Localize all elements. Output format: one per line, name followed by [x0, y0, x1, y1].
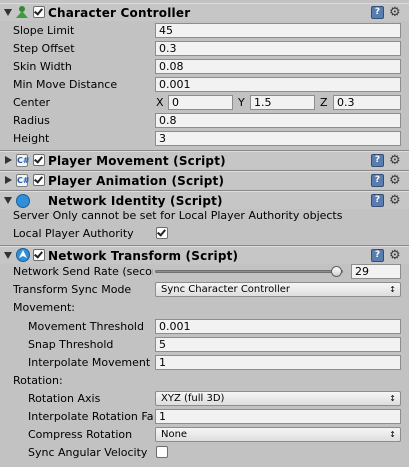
- help-icon[interactable]: ?: [371, 194, 384, 207]
- local-player-authority-checkbox[interactable]: [156, 227, 168, 239]
- script-icon: C#: [16, 154, 30, 167]
- gear-icon[interactable]: ⚙: [389, 174, 401, 187]
- component-title: Player Movement (Script): [48, 154, 226, 168]
- compress-rotation-label: Compress Rotation: [28, 428, 133, 441]
- rotation-section-header: Rotation:: [13, 374, 63, 387]
- send-rate-field[interactable]: 29: [351, 264, 401, 279]
- foldout-arrow-icon[interactable]: [4, 9, 12, 16]
- radius-field[interactable]: 0.8: [155, 113, 401, 128]
- help-icon[interactable]: ?: [371, 154, 384, 167]
- movement-section-header: Movement:: [13, 301, 75, 314]
- network-identity-icon: [16, 194, 30, 208]
- min-move-distance-label: Min Move Distance: [13, 78, 118, 91]
- component-title: Character Controller: [48, 6, 191, 20]
- network-transform-header[interactable]: Network Transform (Script) ? ⚙: [0, 246, 409, 264]
- network-transform-enabled-checkbox[interactable]: [33, 249, 45, 261]
- character-controller-icon: [16, 6, 28, 18]
- local-player-authority-label: Local Player Authority: [13, 227, 134, 240]
- help-icon[interactable]: ?: [371, 174, 384, 187]
- skin-width-field[interactable]: 0.08: [155, 59, 401, 74]
- network-send-rate-label: Network Send Rate (seconds): [13, 265, 153, 278]
- radius-label: Radius: [13, 114, 50, 127]
- network-transform-icon: [16, 248, 30, 262]
- foldout-arrow-icon[interactable]: [4, 197, 12, 204]
- help-icon[interactable]: ?: [371, 249, 384, 262]
- snap-threshold-field[interactable]: 5: [155, 337, 401, 352]
- movement-threshold-label: Movement Threshold: [28, 320, 144, 333]
- gear-icon[interactable]: ⚙: [389, 154, 401, 167]
- movement-threshold-field[interactable]: 0.001: [155, 319, 401, 334]
- foldout-arrow-icon[interactable]: [5, 156, 12, 164]
- foldout-arrow-icon[interactable]: [4, 252, 12, 259]
- rotation-axis-value: XYZ (full 3D): [161, 393, 225, 404]
- interpolate-movement-label: Interpolate Movement: [28, 356, 151, 369]
- slope-limit-label: Slope Limit: [13, 24, 75, 37]
- inspector-panel: Character Controller ? ⚙ Slope Limit 45 …: [0, 0, 409, 467]
- interpolate-movement-field[interactable]: 1: [155, 355, 401, 370]
- server-only-message: Server Only cannot be set for Local Play…: [13, 209, 343, 222]
- rotation-axis-label: Rotation Axis: [28, 392, 101, 405]
- interpolate-rotation-field[interactable]: 1: [155, 409, 401, 424]
- gear-icon[interactable]: ⚙: [389, 6, 401, 19]
- transform-sync-mode-dropdown[interactable]: Sync Character Controller ↕: [155, 282, 401, 297]
- step-offset-field[interactable]: 0.3: [155, 41, 401, 56]
- character-controller-header[interactable]: Character Controller ? ⚙: [0, 3, 409, 21]
- center-y-field[interactable]: 1.5: [250, 95, 315, 110]
- slope-limit-field[interactable]: 45: [155, 23, 401, 38]
- player-movement-enabled-checkbox[interactable]: [33, 154, 45, 166]
- script-icon: C#: [16, 174, 30, 187]
- center-label: Center: [13, 96, 51, 109]
- center-z-label: Z: [320, 96, 328, 109]
- compress-rotation-dropdown[interactable]: None ↕: [155, 427, 401, 442]
- foldout-arrow-icon[interactable]: [5, 176, 12, 184]
- step-offset-label: Step Offset: [13, 42, 75, 55]
- gear-icon[interactable]: ⚙: [389, 249, 401, 262]
- character-controller-enabled-checkbox[interactable]: [33, 6, 45, 18]
- dropdown-arrow-icon: ↕: [389, 430, 396, 439]
- dropdown-arrow-icon: ↕: [389, 394, 396, 403]
- min-move-distance-field[interactable]: 0.001: [155, 77, 401, 92]
- interpolate-rotation-label: Interpolate Rotation Factor: [28, 410, 153, 423]
- sync-angular-velocity-label: Sync Angular Velocity: [28, 446, 148, 459]
- dropdown-arrow-icon: ↕: [389, 285, 396, 294]
- center-y-label: Y: [238, 96, 245, 109]
- component-title: Network Identity (Script): [48, 194, 223, 208]
- height-label: Height: [13, 132, 50, 145]
- center-x-label: X: [156, 96, 164, 109]
- snap-threshold-label: Snap Threshold: [28, 338, 114, 351]
- network-identity-header[interactable]: Network Identity (Script) ? ⚙: [0, 191, 409, 209]
- component-title: Network Transform (Script): [48, 249, 239, 263]
- rotation-axis-dropdown[interactable]: XYZ (full 3D) ↕: [155, 391, 401, 406]
- send-rate-slider-thumb[interactable]: [331, 266, 343, 277]
- transform-sync-mode-value: Sync Character Controller: [161, 284, 291, 295]
- help-icon[interactable]: ?: [371, 6, 384, 19]
- component-title: Player Animation (Script): [48, 174, 225, 188]
- compress-rotation-value: None: [161, 429, 188, 440]
- player-movement-header[interactable]: C# Player Movement (Script) ? ⚙: [0, 151, 409, 169]
- center-x-field[interactable]: 0: [168, 95, 233, 110]
- sync-angular-velocity-checkbox[interactable]: [156, 446, 168, 458]
- gear-icon[interactable]: ⚙: [389, 194, 401, 207]
- center-z-field[interactable]: 0.3: [333, 95, 401, 110]
- transform-sync-mode-label: Transform Sync Mode: [13, 283, 132, 296]
- player-animation-enabled-checkbox[interactable]: [33, 174, 45, 186]
- player-animation-header[interactable]: C# Player Animation (Script) ? ⚙: [0, 171, 409, 189]
- send-rate-slider-track[interactable]: [155, 270, 343, 273]
- skin-width-label: Skin Width: [13, 60, 72, 73]
- height-field[interactable]: 3: [155, 131, 401, 146]
